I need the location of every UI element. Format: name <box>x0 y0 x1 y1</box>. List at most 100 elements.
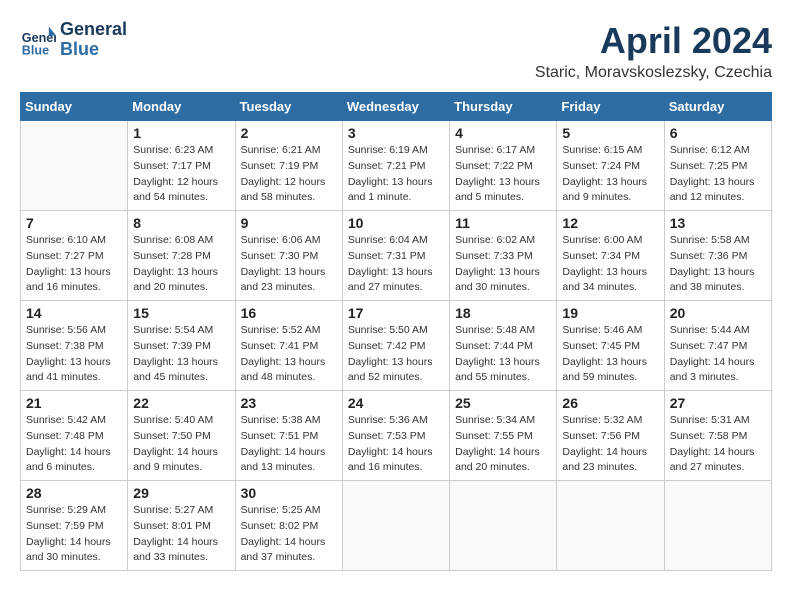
day-info: Sunrise: 6:02 AMSunset: 7:33 PMDaylight:… <box>455 233 551 296</box>
day-number: 17 <box>348 305 444 321</box>
week-row-1: 1 Sunrise: 6:23 AMSunset: 7:17 PMDaylight… <box>21 121 772 211</box>
day-info: Sunrise: 5:46 AMSunset: 7:45 PMDaylight:… <box>562 323 658 386</box>
day-number: 16 <box>241 305 337 321</box>
day-info: Sunrise: 5:58 AMSunset: 7:36 PMDaylight:… <box>670 233 766 296</box>
calendar-cell: 9Sunrise: 6:06 AMSunset: 7:30 PMDaylight… <box>235 211 342 301</box>
calendar-cell: 23Sunrise: 5:38 AMSunset: 7:51 PMDayligh… <box>235 391 342 481</box>
day-number: 18 <box>455 305 551 321</box>
calendar-cell: 14 Sunrise: 5:56 AMSunset: 7:38 PMDayligh… <box>21 301 128 391</box>
calendar-cell: 12 Sunrise: 6:00 AMSunset: 7:34 PMDayligh… <box>557 211 664 301</box>
calendar-cell <box>342 481 449 571</box>
header: General Blue General Blue April 2024 Sta… <box>20 20 772 82</box>
calendar-cell: 13 Sunrise: 5:58 AMSunset: 7:36 PMDayligh… <box>664 211 771 301</box>
week-row-3: 14 Sunrise: 5:56 AMSunset: 7:38 PMDayligh… <box>21 301 772 391</box>
day-info: Sunrise: 5:31 AMSunset: 7:58 PMDaylight:… <box>670 413 766 476</box>
day-info: Sunrise: 6:00 AMSunset: 7:34 PMDaylight:… <box>562 233 658 296</box>
calendar-cell <box>557 481 664 571</box>
calendar-cell <box>21 121 128 211</box>
calendar-cell: 8 Sunrise: 6:08 AMSunset: 7:28 PMDaylight… <box>128 211 235 301</box>
calendar-cell: 24 Sunrise: 5:36 AMSunset: 7:53 PMDayligh… <box>342 391 449 481</box>
logo-icon: General Blue <box>20 22 56 58</box>
calendar-cell: 2 Sunrise: 6:21 AMSunset: 7:19 PMDaylight… <box>235 121 342 211</box>
day-number: 26 <box>562 395 658 411</box>
day-info: Sunrise: 5:32 AMSunset: 7:56 PMDaylight:… <box>562 413 658 476</box>
day-number: 11 <box>455 215 551 231</box>
day-info: Sunrise: 6:10 AMSunset: 7:27 PMDaylight:… <box>26 233 122 296</box>
calendar-cell: 22 Sunrise: 5:40 AMSunset: 7:50 PMDayligh… <box>128 391 235 481</box>
calendar-cell: 28Sunrise: 5:29 AMSunset: 7:59 PMDayligh… <box>21 481 128 571</box>
calendar-cell: 1 Sunrise: 6:23 AMSunset: 7:17 PMDaylight… <box>128 121 235 211</box>
day-number: 21 <box>26 395 122 411</box>
calendar-cell: 18 Sunrise: 5:48 AMSunset: 7:44 PMDayligh… <box>450 301 557 391</box>
weekday-header-tuesday: Tuesday <box>235 93 342 121</box>
day-number: 22 <box>133 395 229 411</box>
week-row-5: 28Sunrise: 5:29 AMSunset: 7:59 PMDayligh… <box>21 481 772 571</box>
calendar-cell: 6 Sunrise: 6:12 AMSunset: 7:25 PMDaylight… <box>664 121 771 211</box>
calendar-cell: 19 Sunrise: 5:46 AMSunset: 7:45 PMDayligh… <box>557 301 664 391</box>
calendar-cell: 29 Sunrise: 5:27 AMSunset: 8:01 PMDayligh… <box>128 481 235 571</box>
day-info: Sunrise: 6:21 AMSunset: 7:19 PMDaylight:… <box>241 143 337 206</box>
calendar-cell <box>664 481 771 571</box>
calendar-cell: 3Sunrise: 6:19 AMSunset: 7:21 PMDaylight… <box>342 121 449 211</box>
day-number: 13 <box>670 215 766 231</box>
day-number: 4 <box>455 125 551 141</box>
calendar-cell: 16Sunrise: 5:52 AMSunset: 7:41 PMDayligh… <box>235 301 342 391</box>
day-number: 2 <box>241 125 337 141</box>
weekday-header-saturday: Saturday <box>664 93 771 121</box>
calendar-cell: 21 Sunrise: 5:42 AMSunset: 7:48 PMDayligh… <box>21 391 128 481</box>
day-number: 19 <box>562 305 658 321</box>
calendar-cell: 4 Sunrise: 6:17 AMSunset: 7:22 PMDaylight… <box>450 121 557 211</box>
title-area: April 2024 Staric, Moravskoslezsky, Czec… <box>535 20 772 82</box>
day-number: 28 <box>26 485 122 501</box>
day-info: Sunrise: 5:34 AMSunset: 7:55 PMDaylight:… <box>455 413 551 476</box>
calendar-cell: 15Sunrise: 5:54 AMSunset: 7:39 PMDayligh… <box>128 301 235 391</box>
week-row-4: 21 Sunrise: 5:42 AMSunset: 7:48 PMDayligh… <box>21 391 772 481</box>
day-number: 6 <box>670 125 766 141</box>
day-info: Sunrise: 5:27 AMSunset: 8:01 PMDaylight:… <box>133 503 229 566</box>
calendar-cell: 10 Sunrise: 6:04 AMSunset: 7:31 PMDayligh… <box>342 211 449 301</box>
day-info: Sunrise: 6:23 AMSunset: 7:17 PMDaylight:… <box>133 143 229 206</box>
day-number: 20 <box>670 305 766 321</box>
day-info: Sunrise: 5:25 AMSunset: 8:02 PMDaylight:… <box>241 503 337 566</box>
calendar-cell: 27 Sunrise: 5:31 AMSunset: 7:58 PMDayligh… <box>664 391 771 481</box>
day-number: 7 <box>26 215 122 231</box>
day-number: 29 <box>133 485 229 501</box>
day-number: 14 <box>26 305 122 321</box>
day-info: Sunrise: 6:17 AMSunset: 7:22 PMDaylight:… <box>455 143 551 206</box>
week-row-2: 7 Sunrise: 6:10 AMSunset: 7:27 PMDaylight… <box>21 211 772 301</box>
day-number: 1 <box>133 125 229 141</box>
day-number: 8 <box>133 215 229 231</box>
day-info: Sunrise: 6:08 AMSunset: 7:28 PMDaylight:… <box>133 233 229 296</box>
day-info: Sunrise: 5:50 AMSunset: 7:42 PMDaylight:… <box>348 323 444 386</box>
weekday-header-row: SundayMondayTuesdayWednesdayThursdayFrid… <box>21 93 772 121</box>
day-info: Sunrise: 5:42 AMSunset: 7:48 PMDaylight:… <box>26 413 122 476</box>
day-number: 3 <box>348 125 444 141</box>
day-info: Sunrise: 5:38 AMSunset: 7:51 PMDaylight:… <box>241 413 337 476</box>
day-info: Sunrise: 5:36 AMSunset: 7:53 PMDaylight:… <box>348 413 444 476</box>
svg-text:Blue: Blue <box>22 43 49 57</box>
month-title: April 2024 <box>535 20 772 62</box>
calendar-cell: 7 Sunrise: 6:10 AMSunset: 7:27 PMDaylight… <box>21 211 128 301</box>
calendar-table: SundayMondayTuesdayWednesdayThursdayFrid… <box>20 92 772 571</box>
day-info: Sunrise: 5:44 AMSunset: 7:47 PMDaylight:… <box>670 323 766 386</box>
logo-general: General <box>60 20 127 40</box>
calendar-cell <box>450 481 557 571</box>
weekday-header-friday: Friday <box>557 93 664 121</box>
day-info: Sunrise: 5:56 AMSunset: 7:38 PMDaylight:… <box>26 323 122 386</box>
logo-blue: Blue <box>60 40 127 60</box>
calendar-cell: 25 Sunrise: 5:34 AMSunset: 7:55 PMDayligh… <box>450 391 557 481</box>
day-info: Sunrise: 5:40 AMSunset: 7:50 PMDaylight:… <box>133 413 229 476</box>
day-info: Sunrise: 6:12 AMSunset: 7:25 PMDaylight:… <box>670 143 766 206</box>
calendar-cell: 26 Sunrise: 5:32 AMSunset: 7:56 PMDayligh… <box>557 391 664 481</box>
day-info: Sunrise: 6:04 AMSunset: 7:31 PMDaylight:… <box>348 233 444 296</box>
calendar-cell: 5Sunrise: 6:15 AMSunset: 7:24 PMDaylight… <box>557 121 664 211</box>
calendar-cell: 30Sunrise: 5:25 AMSunset: 8:02 PMDayligh… <box>235 481 342 571</box>
day-number: 12 <box>562 215 658 231</box>
weekday-header-monday: Monday <box>128 93 235 121</box>
day-number: 24 <box>348 395 444 411</box>
day-info: Sunrise: 6:06 AMSunset: 7:30 PMDaylight:… <box>241 233 337 296</box>
day-number: 27 <box>670 395 766 411</box>
day-number: 10 <box>348 215 444 231</box>
day-info: Sunrise: 5:48 AMSunset: 7:44 PMDaylight:… <box>455 323 551 386</box>
day-number: 25 <box>455 395 551 411</box>
